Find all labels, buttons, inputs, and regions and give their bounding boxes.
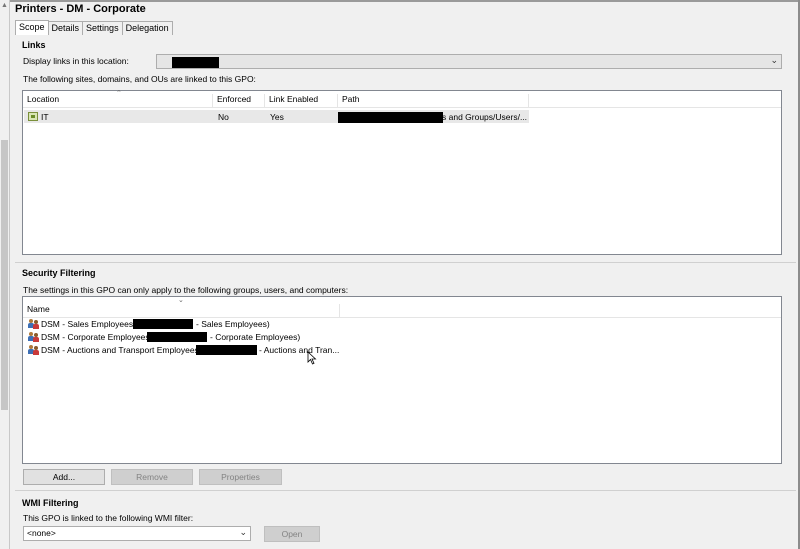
group-icon: [28, 319, 39, 329]
ou-icon: [28, 112, 38, 121]
tab-details[interactable]: Details: [47, 21, 84, 35]
security-filtering-caption: The settings in this GPO can only apply …: [23, 285, 349, 295]
chevron-down-icon: ⌄: [770, 55, 778, 65]
column-link-enabled[interactable]: Link Enabled: [265, 94, 338, 108]
wmi-filter-value: <none>: [27, 528, 56, 538]
add-button[interactable]: Add...: [23, 469, 105, 485]
redacted-block: [147, 332, 207, 342]
wmi-filtering-heading: WMI Filtering: [22, 498, 79, 508]
sort-arrow-icon: ⌃: [116, 90, 122, 97]
chevron-down-icon: ⌄: [239, 527, 247, 537]
group-suffix: - Corporate Employees): [210, 332, 301, 342]
section-divider: [15, 490, 796, 491]
links-heading: Links: [22, 40, 46, 50]
redacted-block: [133, 319, 193, 329]
wmi-filtering-caption: This GPO is linked to the following WMI …: [23, 513, 194, 523]
row-link-enabled: Yes: [270, 112, 284, 122]
column-path[interactable]: Path: [338, 94, 529, 108]
links-list-header: Location Enforced Link Enabled Path: [23, 91, 781, 108]
remove-button[interactable]: Remove: [111, 469, 193, 485]
security-list-header: Name: [23, 297, 781, 318]
group-name[interactable]: DSM - Auctions and Transport Employees (: [41, 345, 204, 355]
group-icon: [28, 345, 39, 355]
tab-scope[interactable]: Scope: [15, 20, 49, 35]
location-dropdown[interactable]: ⌄: [156, 54, 782, 69]
mouse-cursor-icon: [307, 351, 317, 365]
tab-strip: Scope Details Settings Delegation: [15, 20, 173, 35]
redacted-block: [338, 112, 443, 123]
security-filtering-list[interactable]: Name ⌄ DSM - Sales Employees ( - Sales E…: [22, 296, 782, 464]
row-location: IT: [41, 112, 49, 122]
properties-button[interactable]: Properties: [199, 469, 282, 485]
scroll-up-arrow-icon[interactable]: ▲: [1, 2, 8, 9]
group-icon: [28, 332, 39, 342]
gpo-title: Printers - DM - Corporate: [15, 3, 146, 15]
group-suffix: - Sales Employees): [196, 319, 270, 329]
open-button[interactable]: Open: [264, 526, 320, 542]
group-name[interactable]: DSM - Corporate Employees (: [41, 332, 155, 342]
redacted-block: [196, 345, 257, 355]
column-enforced[interactable]: Enforced: [213, 94, 265, 108]
sort-arrow-icon: ⌄: [178, 297, 184, 304]
row-enforced: No: [218, 112, 229, 122]
column-name[interactable]: Name: [23, 304, 340, 318]
row-path: s and Groups/Users/...: [442, 112, 528, 122]
links-caption: The following sites, domains, and OUs ar…: [23, 74, 256, 84]
window-border: [10, 0, 798, 2]
tab-delegation[interactable]: Delegation: [121, 21, 173, 35]
wmi-filter-dropdown[interactable]: <none> ⌄: [23, 526, 251, 541]
scrollbar-thumb[interactable]: [1, 140, 8, 410]
security-filtering-heading: Security Filtering: [22, 268, 96, 278]
group-suffix: - Auctions and Tran...: [259, 345, 340, 355]
redacted-block: [172, 57, 219, 68]
section-divider: [15, 262, 796, 263]
tab-settings[interactable]: Settings: [82, 21, 123, 35]
left-scrollbar[interactable]: ▲: [0, 0, 10, 549]
display-links-label: Display links in this location:: [23, 56, 129, 66]
group-name[interactable]: DSM - Sales Employees (: [41, 319, 138, 329]
links-list[interactable]: Location Enforced Link Enabled Path ⌃ IT…: [22, 90, 782, 255]
